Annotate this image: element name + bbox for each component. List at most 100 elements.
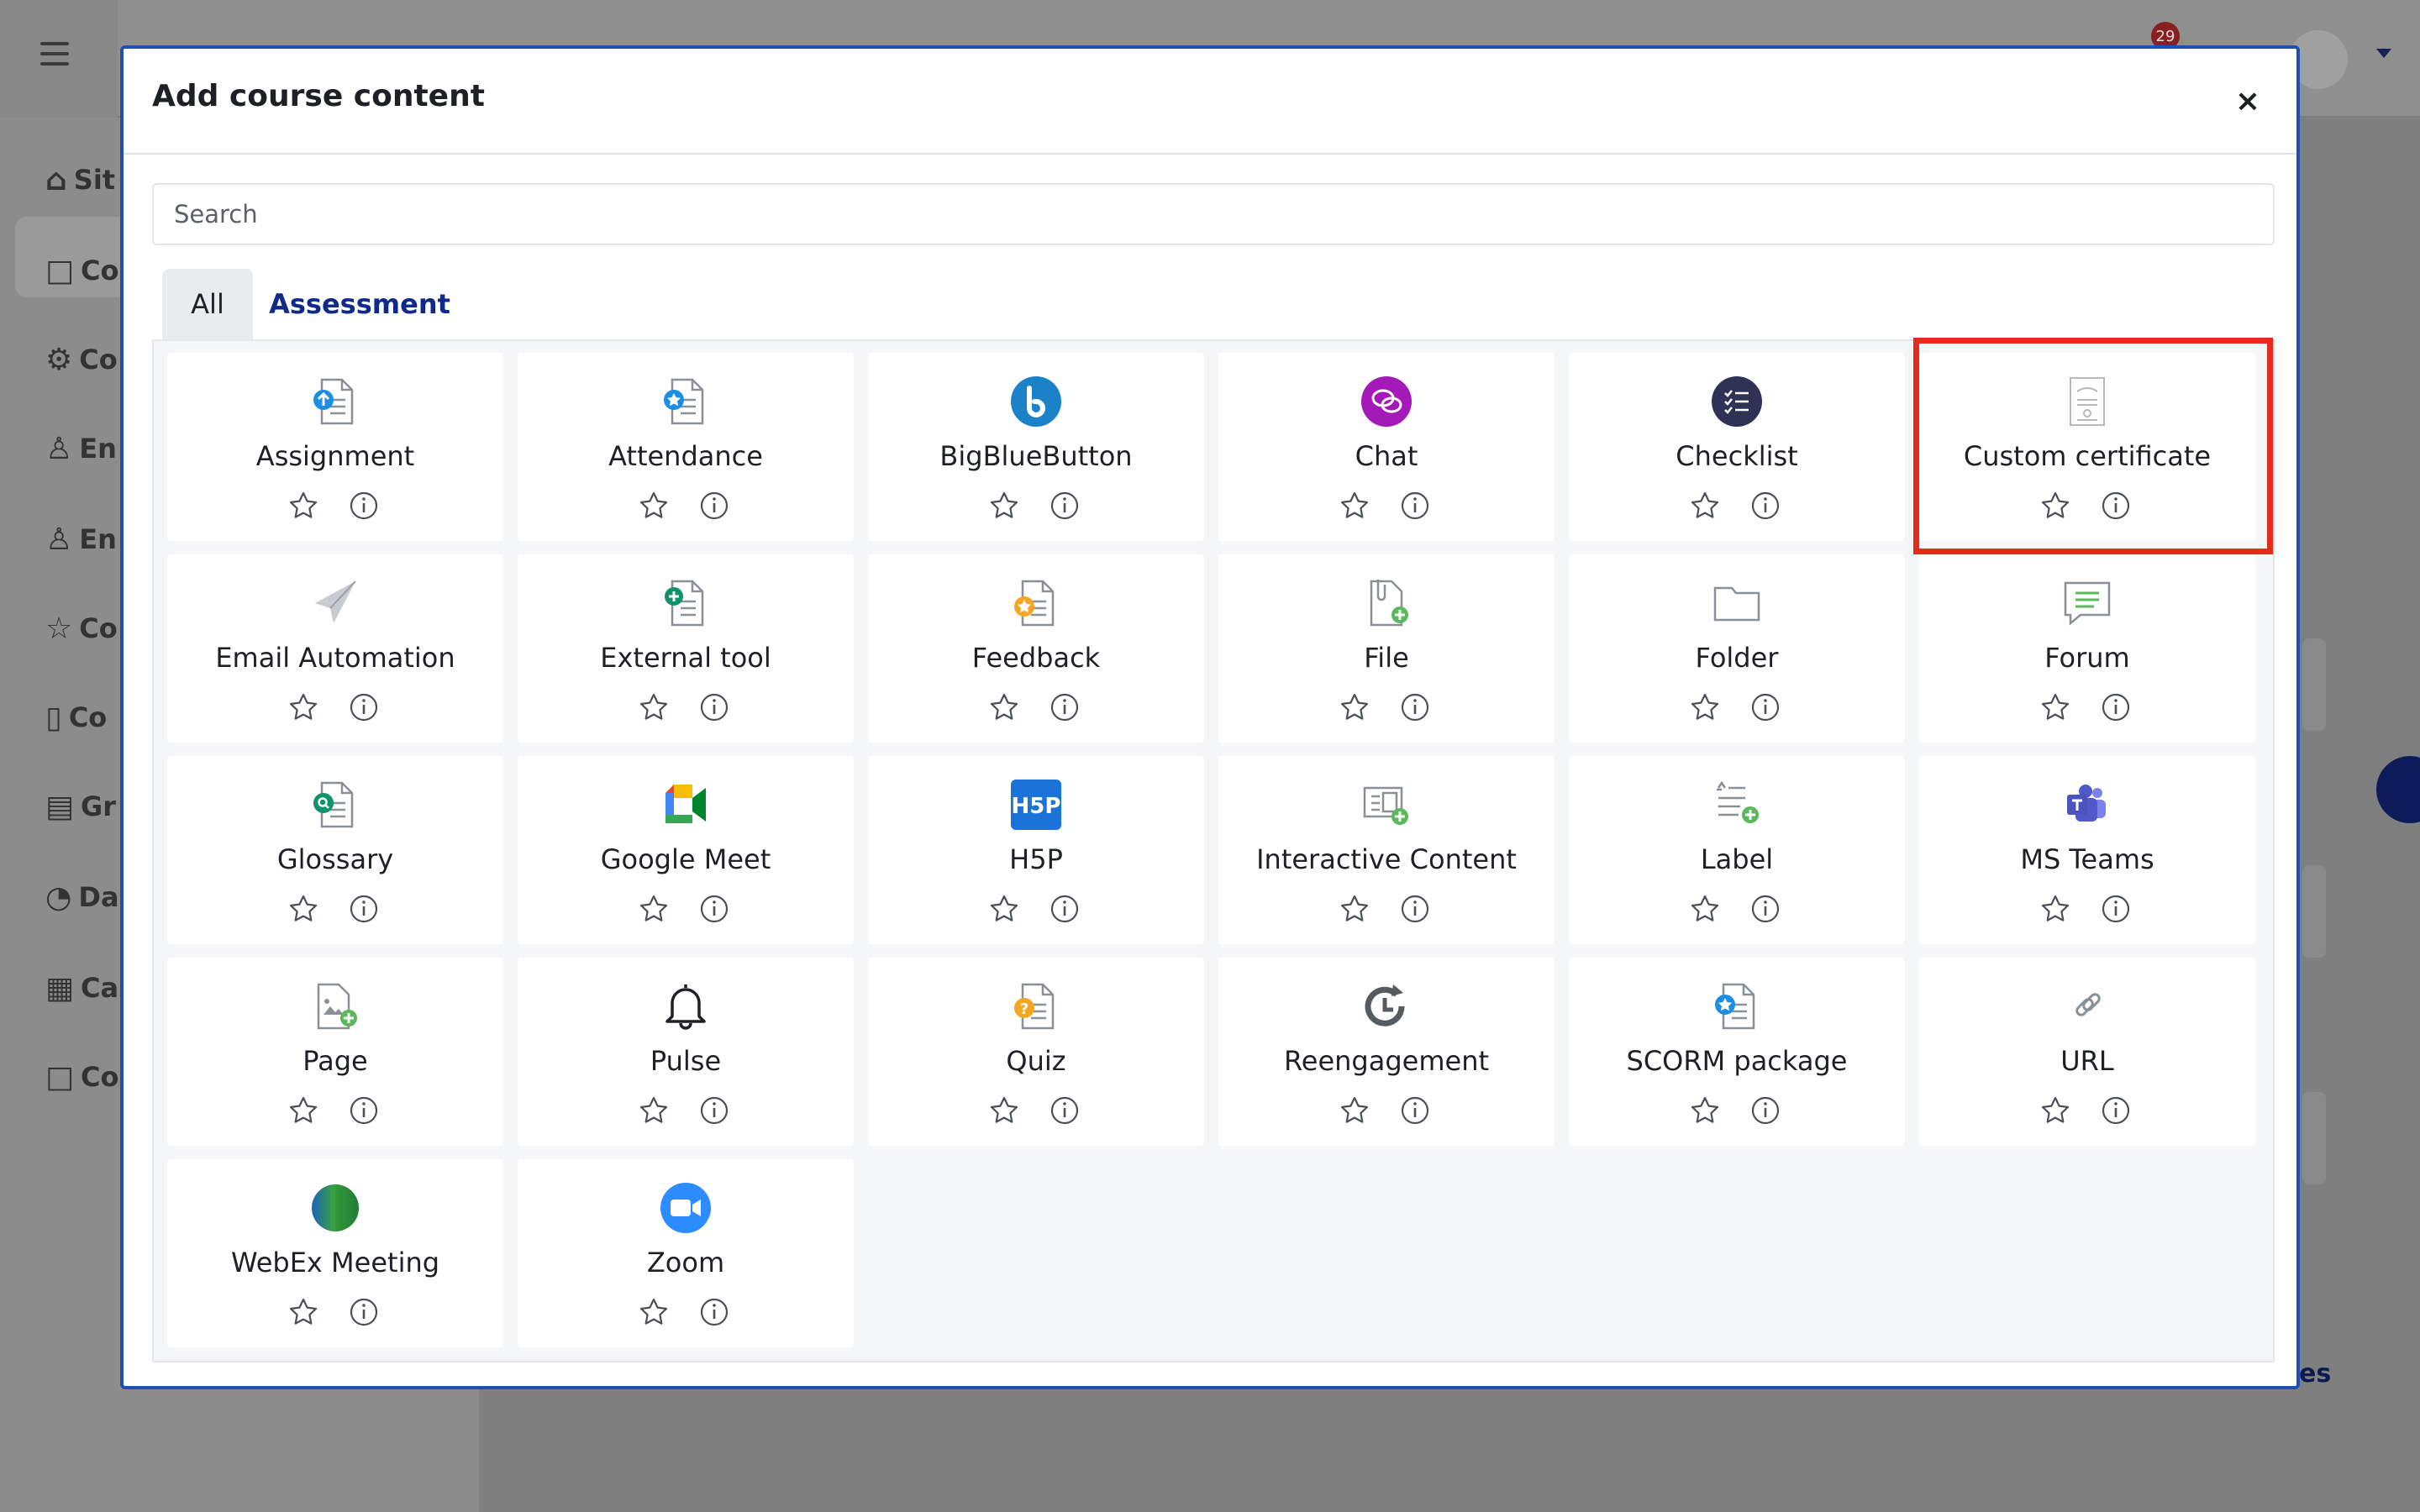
module-tile-reengagement[interactable]: Reengagement — [1218, 958, 1555, 1146]
sidebar-item[interactable]: ⌂ Sit — [45, 160, 121, 200]
module-tile-bigbluebutton[interactable]: BigBlueButton — [868, 353, 1204, 541]
info-icon[interactable] — [347, 892, 381, 926]
star-icon[interactable] — [2039, 1094, 2072, 1127]
info-icon[interactable] — [1398, 892, 1432, 926]
module-tile-page[interactable]: Page — [167, 958, 503, 1146]
module-label[interactable]: Forum — [1919, 642, 2255, 674]
info-icon[interactable] — [1048, 690, 1081, 724]
module-tile-custom-certificate[interactable]: Custom certificate — [1919, 353, 2255, 541]
module-label[interactable]: Assignment — [167, 440, 503, 472]
sidebar-item[interactable]: ▦ Ca — [45, 968, 121, 1008]
sidebar-item[interactable]: □ Co — [45, 1057, 121, 1097]
star-icon[interactable] — [987, 690, 1021, 724]
module-tile-external-tool[interactable]: External tool — [518, 554, 854, 743]
module-label[interactable]: Pulse — [518, 1045, 854, 1077]
module-tile-zoom[interactable]: Zoom — [518, 1159, 854, 1347]
module-label[interactable]: URL — [1919, 1045, 2255, 1077]
sidebar-item[interactable]: ♙ En — [45, 519, 121, 559]
star-icon[interactable] — [287, 892, 320, 926]
info-icon[interactable] — [1398, 690, 1432, 724]
module-label[interactable]: WebEx Meeting — [167, 1247, 503, 1278]
module-label[interactable]: External tool — [518, 642, 854, 674]
star-icon[interactable] — [637, 1295, 671, 1329]
sidebar-item[interactable]: ▤ Gr — [45, 786, 121, 827]
info-icon[interactable] — [1398, 489, 1432, 522]
tab-assessment[interactable]: Assessment — [263, 269, 456, 339]
info-icon[interactable] — [347, 489, 381, 522]
star-icon[interactable] — [987, 489, 1021, 522]
star-icon[interactable] — [1338, 1094, 1371, 1127]
info-icon[interactable] — [2099, 489, 2133, 522]
search-input[interactable] — [152, 183, 2275, 245]
module-tile-file[interactable]: File — [1218, 554, 1555, 743]
sidebar-item[interactable]: ▯ Co — [45, 697, 121, 738]
star-icon[interactable] — [1338, 892, 1371, 926]
module-tile-google-meet[interactable]: Google Meet — [518, 756, 854, 944]
info-icon[interactable] — [1749, 892, 1782, 926]
info-icon[interactable] — [347, 690, 381, 724]
star-icon[interactable] — [287, 1094, 320, 1127]
module-label[interactable]: BigBlueButton — [868, 440, 1204, 472]
module-label[interactable]: H5P — [868, 843, 1204, 875]
module-tile-folder[interactable]: Folder — [1569, 554, 1905, 743]
sidebar-item[interactable]: ⚙ Co — [45, 339, 121, 380]
star-icon[interactable] — [2039, 690, 2072, 724]
module-label[interactable]: Checklist — [1569, 440, 1905, 472]
module-tile-ms-teams[interactable]: MS Teams — [1919, 756, 2255, 944]
module-tile-scorm-package[interactable]: SCORM package — [1569, 958, 1905, 1146]
info-icon[interactable] — [2099, 1094, 2133, 1127]
module-label[interactable]: SCORM package — [1569, 1045, 1905, 1077]
info-icon[interactable] — [1398, 1094, 1432, 1127]
star-icon[interactable] — [1688, 489, 1722, 522]
module-tile-feedback[interactable]: Feedback — [868, 554, 1204, 743]
info-icon[interactable] — [347, 1094, 381, 1127]
info-icon[interactable] — [697, 1094, 731, 1127]
info-icon[interactable] — [697, 489, 731, 522]
star-icon[interactable] — [2039, 892, 2072, 926]
sidebar-item[interactable]: □ Co — [45, 250, 121, 291]
module-tile-interactive-content[interactable]: Interactive Content — [1218, 756, 1555, 944]
star-icon[interactable] — [637, 489, 671, 522]
star-icon[interactable] — [287, 690, 320, 724]
module-tile-checklist[interactable]: Checklist — [1569, 353, 1905, 541]
star-icon[interactable] — [987, 1094, 1021, 1127]
star-icon[interactable] — [1688, 892, 1722, 926]
module-tile-webex-meeting[interactable]: WebEx Meeting — [167, 1159, 503, 1347]
module-tile-glossary[interactable]: Glossary — [167, 756, 503, 944]
info-icon[interactable] — [1048, 1094, 1081, 1127]
info-icon[interactable] — [347, 1295, 381, 1329]
info-icon[interactable] — [1048, 489, 1081, 522]
module-tile-forum[interactable]: Forum — [1919, 554, 2255, 743]
module-tile-attendance[interactable]: Attendance — [518, 353, 854, 541]
module-label[interactable]: Glossary — [167, 843, 503, 875]
info-icon[interactable] — [697, 1295, 731, 1329]
info-icon[interactable] — [697, 892, 731, 926]
module-tile-pulse[interactable]: Pulse — [518, 958, 854, 1146]
module-label[interactable]: Email Automation — [167, 642, 503, 674]
info-icon[interactable] — [2099, 690, 2133, 724]
module-tile-url[interactable]: URL — [1919, 958, 2255, 1146]
module-label[interactable]: Reengagement — [1218, 1045, 1555, 1077]
module-label[interactable]: Zoom — [518, 1247, 854, 1278]
star-icon[interactable] — [1688, 690, 1722, 724]
info-icon[interactable] — [1749, 1094, 1782, 1127]
close-button[interactable]: × — [2231, 84, 2265, 118]
info-icon[interactable] — [2099, 892, 2133, 926]
sidebar-item[interactable]: ☆ Co — [45, 608, 121, 648]
info-icon[interactable] — [1048, 892, 1081, 926]
module-label[interactable]: Custom certificate — [1919, 440, 2255, 472]
module-tile-email-automation[interactable]: Email Automation — [167, 554, 503, 743]
star-icon[interactable] — [1688, 1094, 1722, 1127]
star-icon[interactable] — [2039, 489, 2072, 522]
star-icon[interactable] — [987, 892, 1021, 926]
sidebar-item[interactable]: ♙ En — [45, 428, 121, 469]
module-label[interactable]: Chat — [1218, 440, 1555, 472]
module-label[interactable]: Folder — [1569, 642, 1905, 674]
tab-all[interactable]: All — [162, 269, 253, 339]
module-label[interactable]: Attendance — [518, 440, 854, 472]
module-label[interactable]: Google Meet — [518, 843, 854, 875]
info-icon[interactable] — [1749, 690, 1782, 724]
module-label[interactable]: Feedback — [868, 642, 1204, 674]
module-tile-quiz[interactable]: ? Quiz — [868, 958, 1204, 1146]
module-tile-assignment[interactable]: Assignment — [167, 353, 503, 541]
